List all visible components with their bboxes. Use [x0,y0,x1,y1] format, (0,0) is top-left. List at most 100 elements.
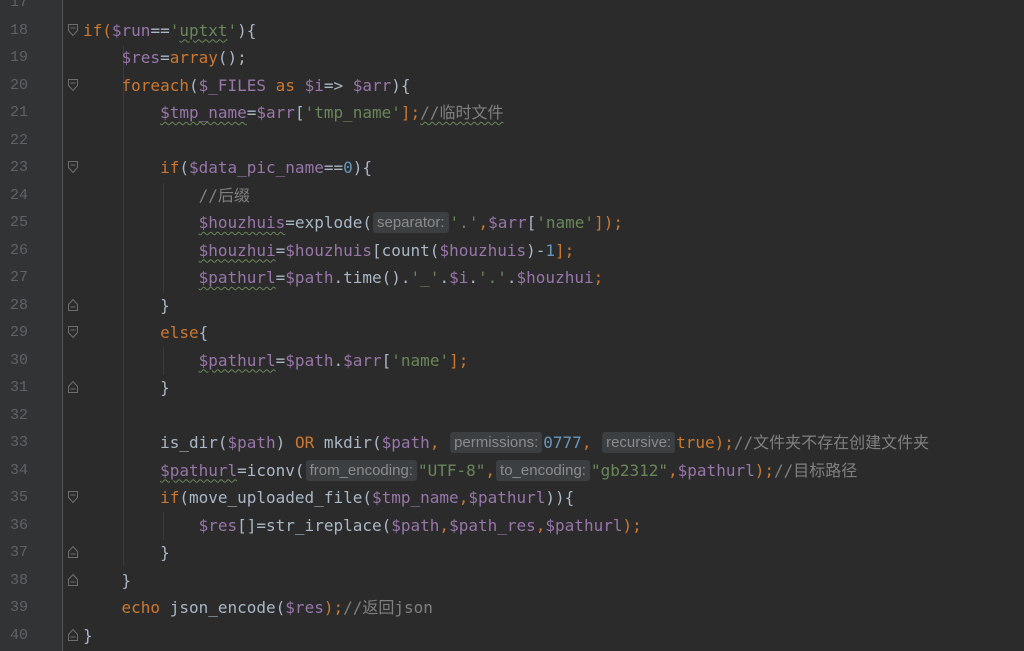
fold-open-icon[interactable] [68,78,78,91]
code-token: $houzhuis [285,240,372,260]
parameter-hint: to_encoding: [496,459,590,481]
code-line[interactable]: 27 $pathurl=$path.time().'_'.$i.'.'.$hou… [0,264,1024,291]
fold-close-icon[interactable] [68,573,78,586]
fold-open-icon[interactable] [68,326,78,338]
line-number: 24 [9,186,28,204]
code-text[interactable]: $res=array(); [83,44,247,71]
code-line[interactable]: 21 $tmp_name=$arr['tmp_name'];//临时文件 [0,99,1024,126]
code-text[interactable]: if(move_uploaded_file($tmp_name,$pathurl… [83,484,574,511]
code-token: . [506,268,517,287]
code-token: $houzhui [198,240,276,260]
code-token: '.' [449,213,479,232]
code-line[interactable]: 20 foreach($_FILES as $i=> $arr){ [0,72,1024,99]
code-text[interactable]: } [83,374,170,401]
code-line[interactable]: 28 } [0,292,1024,319]
code-line[interactable]: 31 } [0,374,1024,401]
code-token: $path [381,433,430,452]
code-token: = [275,240,286,260]
code-token: 'name' [391,350,450,370]
code-token: , [581,433,602,452]
code-text[interactable]: else{ [83,319,208,346]
code-text[interactable]: $pathurl=$path.time().'_'.$i.'.'.$houzhu… [83,264,604,291]
code-text[interactable]: $pathurl=iconv(from_encoding: "UTF-8", to_… [83,457,857,484]
code-line[interactable]: 35 if(move_uploaded_file($tmp_name,$path… [0,484,1024,511]
code-text[interactable]: is_dir($path) OR mkdir($path, permission… [83,429,929,456]
fold-open-icon[interactable] [68,491,78,503]
code-line[interactable]: 33 is_dir($path) OR mkdir($path, permiss… [0,429,1024,456]
code-line[interactable]: 37 } [0,539,1024,566]
code-token: $houzhuis [198,213,286,232]
code-text[interactable]: foreach($_FILES as $i=> $arr){ [83,72,411,99]
code-text[interactable]: //后缀 [83,182,250,209]
fold-close-icon[interactable] [68,298,78,311]
code-token: ; [593,268,604,287]
code-token: , [478,213,489,232]
fold-open-icon[interactable] [68,161,78,173]
code-line[interactable]: 32 [0,402,1024,429]
code-token: $i [304,75,324,95]
code-token: } [83,378,170,397]
code-token: )){ [545,488,575,507]
fold-close-icon[interactable] [68,381,78,393]
code-text[interactable]: } [83,292,170,319]
code-text[interactable]: if($run=='uptxt'){ [83,17,256,44]
code-text[interactable]: } [83,539,170,566]
code-token: $i [449,268,469,287]
parameter-hint: separator: [373,212,449,233]
code-line[interactable]: 38 } [0,567,1024,594]
code-token: $path_res [449,515,536,535]
code-line[interactable]: 25 $houzhuis=explode(separator: '.',$arr[… [0,209,1024,236]
code-text[interactable]: $houzhui=$houzhuis[count($houzhuis)-1]; [83,237,575,264]
fold-close-icon[interactable] [68,628,78,641]
code-text[interactable]: $pathurl=$path.$arr['name']; [83,347,469,374]
code-editor[interactable]: 17 18 if($run=='uptxt'){19 $res=array(); 20… [0,0,1024,651]
code-token: ){ [237,20,257,40]
code-line[interactable]: 23 if($data_pic_name==0){ [0,154,1024,181]
code-line[interactable]: 26 $houzhui=$houzhuis[count($houzhuis)-1… [0,237,1024,264]
code-token: $path [227,433,276,452]
code-line[interactable]: 39 echo json_encode($res);//返回json [0,594,1024,621]
line-number: 35 [9,489,28,506]
code-text[interactable]: echo json_encode($res);//返回json [83,594,433,621]
code-token: ' [169,20,180,40]
code-token: $pathurl [468,488,546,507]
code-line[interactable]: 34 $pathurl=iconv(from_encoding: "UTF-8",… [0,457,1024,484]
code-line[interactable]: 36 $res[]=str_ireplace($path,$path_res,$… [0,512,1024,539]
code-line[interactable]: 40} [0,622,1024,649]
code-text[interactable]: } [83,567,132,594]
code-token: (move_uploaded_file( [179,488,372,507]
code-token: $tmp_name [160,103,247,122]
line-number: 21 [9,104,28,121]
code-token: //文件夹不存在创建文件夹 [733,433,930,452]
code-text[interactable]: $tmp_name=$arr['tmp_name'];//临时文件 [83,99,503,126]
code-line[interactable]: 29 else{ [0,319,1024,346]
code-line[interactable]: 18 if($run=='uptxt'){ [0,17,1024,44]
code-token: $pathurl [677,460,755,480]
line-number: 30 [9,351,28,369]
code-line[interactable]: 24 //后缀 [0,182,1024,209]
code-line[interactable]: 22 [0,127,1024,154]
code-token: , [485,460,496,480]
code-line[interactable]: 30 $pathurl=$path.$arr['name']; [0,347,1024,374]
code-token: . [439,268,450,287]
code-text[interactable]: $res[]=str_ireplace($path,$path_res,$pat… [83,512,642,539]
code-token: $tmp_name [371,488,459,507]
code-line[interactable]: 19 $res=array(); [0,44,1024,71]
fold-open-icon[interactable] [68,23,78,36]
code-token: echo [121,598,161,617]
code-token: array [169,48,218,67]
code-text[interactable]: $houzhuis=explode(separator: '.',$arr['na… [83,209,623,236]
code-text[interactable]: if($data_pic_name==0){ [83,154,372,181]
code-token: ) [275,433,295,452]
code-text[interactable]: } [83,622,93,649]
code-line[interactable]: 17 [0,0,1024,16]
fold-close-icon[interactable] [68,546,78,558]
line-number: 25 [9,214,28,231]
